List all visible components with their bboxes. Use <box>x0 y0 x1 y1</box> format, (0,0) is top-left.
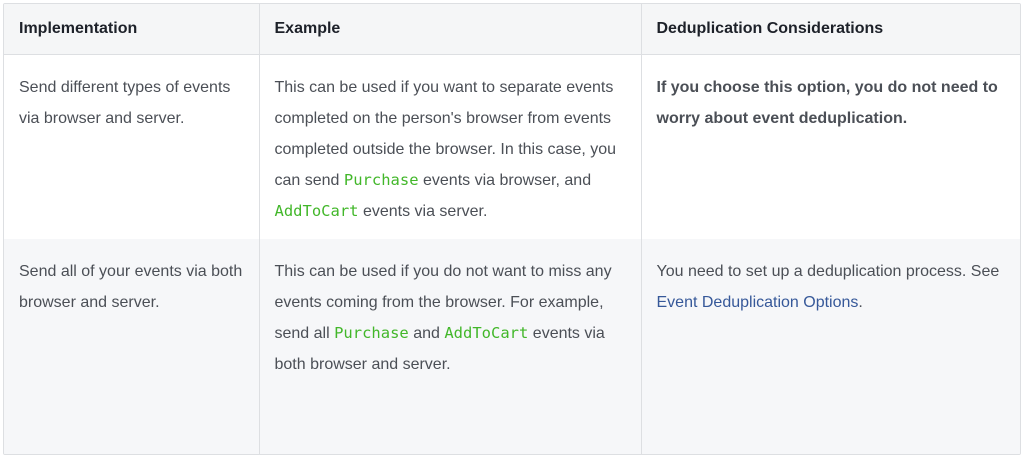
table-row: Send all of your events via both browser… <box>4 239 1020 454</box>
cell-example: This can be used if you do not want to m… <box>258 239 641 454</box>
dedup-note-text: You need to set up a deduplication proce… <box>656 263 1000 280</box>
dedup-note-bold: If you choose this option, you do not ne… <box>656 79 998 127</box>
event-deduplication-options-link[interactable]: Event Deduplication Options <box>657 294 859 311</box>
cell-dedup: If you choose this option, you do not ne… <box>640 54 1020 239</box>
header-example: Example <box>258 4 641 55</box>
example-text: events via server. <box>358 203 488 220</box>
table-row: Send different types of events via brows… <box>4 54 1020 239</box>
cell-implementation: Send all of your events via both browser… <box>4 239 259 454</box>
header-row: Implementation Example Deduplication Con… <box>4 4 1020 55</box>
dedup-table-container: Implementation Example Deduplication Con… <box>3 3 1021 455</box>
code-purchase: Purchase <box>343 171 419 189</box>
code-addtocart: AddToCart <box>444 324 529 342</box>
example-text: and <box>408 325 445 342</box>
header-implementation: Implementation <box>4 4 259 55</box>
code-purchase: Purchase <box>334 324 409 342</box>
table-body: Send different types of events via brows… <box>4 54 1020 454</box>
dedup-note-suffix: . <box>858 294 863 311</box>
example-text: events via browser, and <box>418 172 592 189</box>
code-addtocart: AddToCart <box>274 202 359 220</box>
cell-example: This can be used if you want to separate… <box>258 54 641 239</box>
header-dedup-considerations: Deduplication Considerations <box>640 4 1020 55</box>
cell-implementation: Send different types of events via brows… <box>19 79 231 127</box>
dedup-table: Implementation Example Deduplication Con… <box>4 4 1020 454</box>
cell-dedup: You need to set up a deduplication proce… <box>640 239 1020 454</box>
table-header: Implementation Example Deduplication Con… <box>4 4 1020 55</box>
